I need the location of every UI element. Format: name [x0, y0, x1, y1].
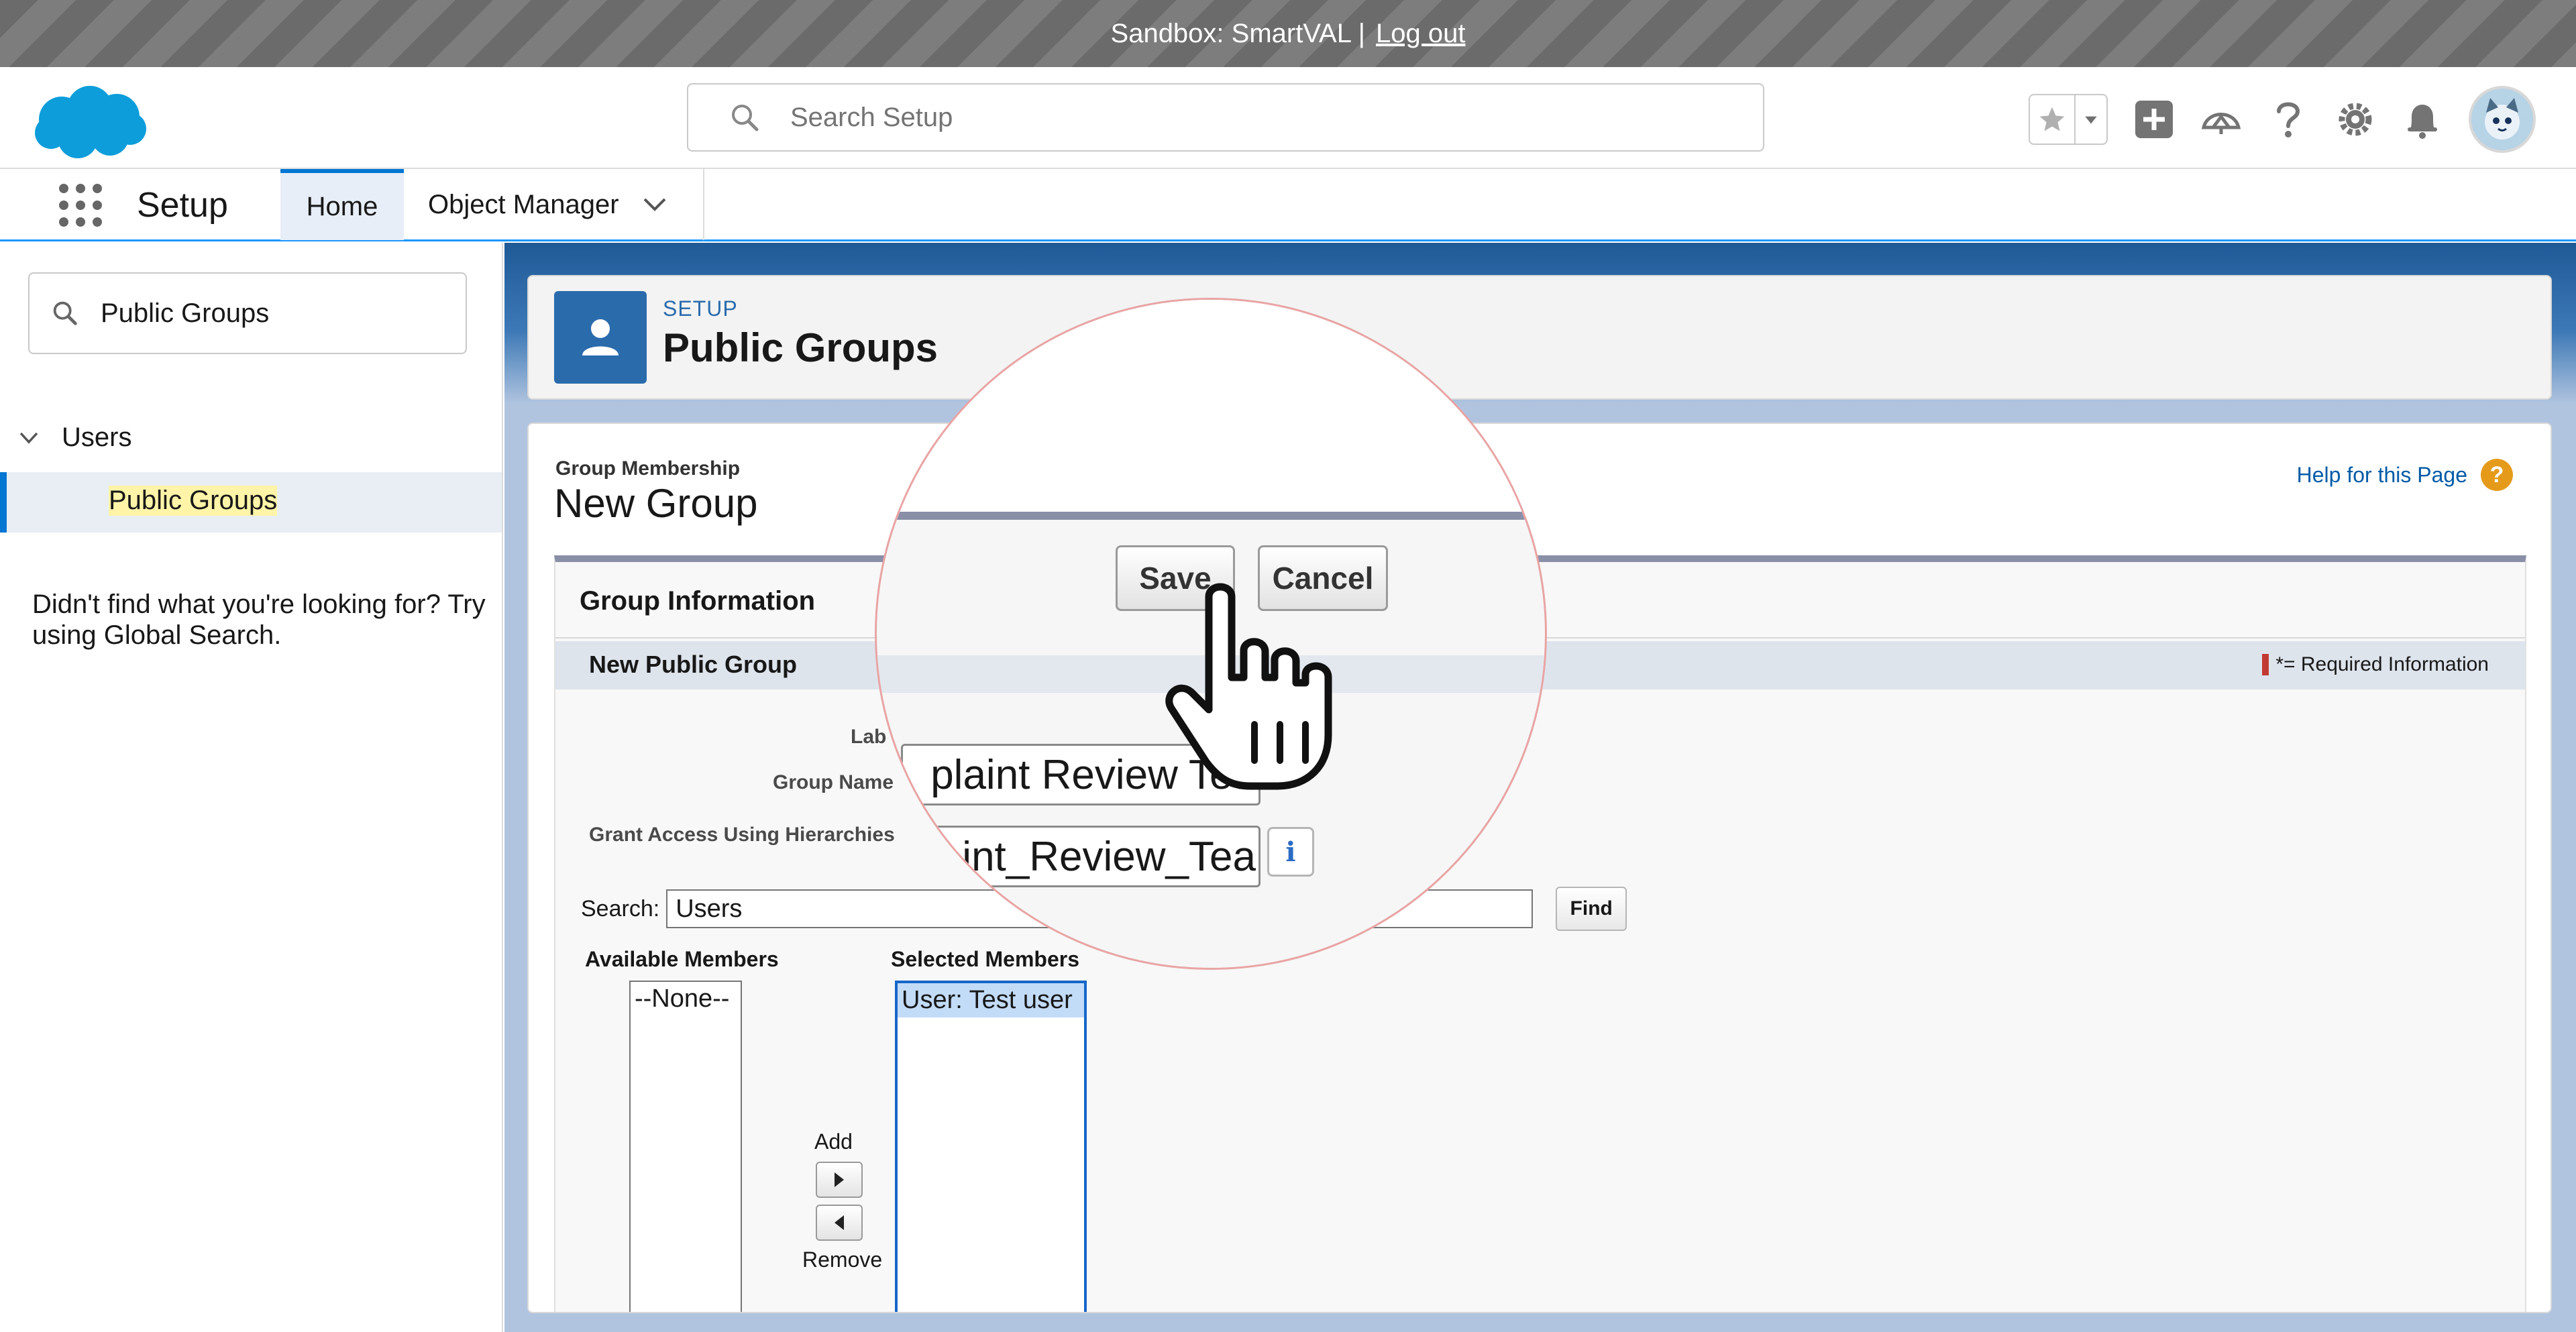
- page-header-subtitle: SETUP: [663, 296, 738, 321]
- magnified-form-top: [877, 300, 1545, 513]
- arrow-right-icon: [835, 1172, 844, 1187]
- grant-access-label: Grant Access Using Hierarchies: [589, 824, 895, 846]
- help-for-this-page-link[interactable]: Help for this Page ?: [2297, 459, 2513, 491]
- setup-sidebar: Public Groups Users Public Groups Didn't…: [0, 243, 503, 1332]
- tree-node-public-groups[interactable]: Public Groups: [0, 472, 502, 533]
- logout-link[interactable]: Log out: [1376, 19, 1465, 49]
- selected-members-list[interactable]: User: Test user: [895, 981, 1087, 1312]
- required-legend: *= Required Information: [2262, 653, 2489, 676]
- sandbox-banner: Sandbox: SmartVAL | Log out: [0, 0, 2576, 67]
- search-icon: [732, 105, 759, 131]
- header-utility-icons: [2029, 86, 2536, 153]
- selected-members-label: Selected Members: [891, 947, 1080, 971]
- group-name-input[interactable]: int_Review_Tea: [901, 826, 1260, 887]
- tab-object-manager-label: Object Manager: [428, 189, 619, 219]
- add-label: Add: [814, 1129, 853, 1154]
- add-button[interactable]: [816, 1162, 863, 1198]
- available-members-list[interactable]: --None--: [629, 981, 742, 1312]
- remove-label: Remove: [802, 1247, 883, 1272]
- chevron-down-icon[interactable]: [19, 431, 39, 445]
- group-name-input-value: int_Review_Tea: [962, 833, 1256, 880]
- tree-node-users-label: Users: [62, 423, 132, 452]
- find-button[interactable]: Find: [1556, 887, 1627, 931]
- trailhead-icon[interactable]: [2200, 99, 2242, 140]
- arrow-left-icon: [835, 1215, 844, 1230]
- list-item[interactable]: --None--: [635, 985, 737, 1013]
- list-item[interactable]: User: Test user: [898, 983, 1084, 1017]
- tab-home[interactable]: Home: [280, 169, 404, 240]
- search-setup-placeholder: Search Setup: [790, 102, 953, 132]
- chevron-down-icon[interactable]: [2074, 95, 2106, 144]
- form-title: New Group: [554, 481, 758, 526]
- remove-button[interactable]: [816, 1205, 863, 1241]
- search-icon: [53, 301, 77, 325]
- tab-object-manager[interactable]: Object Manager: [404, 169, 704, 240]
- search-setup-input[interactable]: Search Setup: [687, 83, 1764, 152]
- star-icon[interactable]: [2030, 95, 2074, 144]
- tree-node-public-groups-label: Public Groups: [109, 486, 278, 516]
- group-name-label: Group Name: [773, 771, 894, 793]
- section-label: Group Membership: [555, 457, 741, 480]
- label-field-label: Lab: [851, 726, 887, 748]
- required-legend-text: *= Required Information: [2275, 653, 2489, 675]
- salesforce-logo-icon[interactable]: [31, 82, 148, 162]
- tree-node-users[interactable]: Users: [19, 423, 131, 453]
- help-link-label: Help for this Page: [2296, 462, 2467, 487]
- sandbox-banner-text: Sandbox: SmartVAL |: [1110, 18, 1365, 48]
- app-navigation: Setup Home Object Manager: [0, 169, 2576, 241]
- gear-icon[interactable]: [2334, 99, 2376, 140]
- global-header: Search Setup: [0, 67, 2576, 169]
- tab-home-label: Home: [306, 191, 378, 221]
- available-members-label: Available Members: [585, 947, 779, 971]
- info-icon[interactable]: i: [1267, 827, 1314, 877]
- magnified-block-border: [897, 512, 1545, 520]
- user-icon: [554, 291, 647, 384]
- favorites-button[interactable]: [2029, 94, 2108, 145]
- required-marker: [2262, 654, 2269, 675]
- bell-icon[interactable]: [2402, 99, 2443, 140]
- help-icon[interactable]: [2267, 99, 2309, 140]
- plus-icon[interactable]: [2133, 99, 2175, 140]
- quick-find-value: Public Groups: [101, 298, 270, 328]
- search-label: Search:: [581, 895, 660, 922]
- block-title: Group Information: [580, 586, 816, 616]
- cursor-hand-icon: [1165, 583, 1332, 790]
- app-launcher-icon[interactable]: [59, 184, 102, 227]
- avatar-icon[interactable]: [2469, 86, 2536, 153]
- new-group-form-card: Group Membership New Group Help for this…: [527, 423, 2552, 1313]
- chevron-down-icon[interactable]: [642, 197, 667, 213]
- help-icon[interactable]: ?: [2481, 459, 2513, 491]
- quick-find-input[interactable]: Public Groups: [28, 272, 467, 354]
- app-name: Setup: [137, 186, 228, 225]
- subsection-title: New Public Group: [589, 651, 798, 678]
- global-search-hint: Didn't find what you're looking for? Try…: [32, 590, 486, 650]
